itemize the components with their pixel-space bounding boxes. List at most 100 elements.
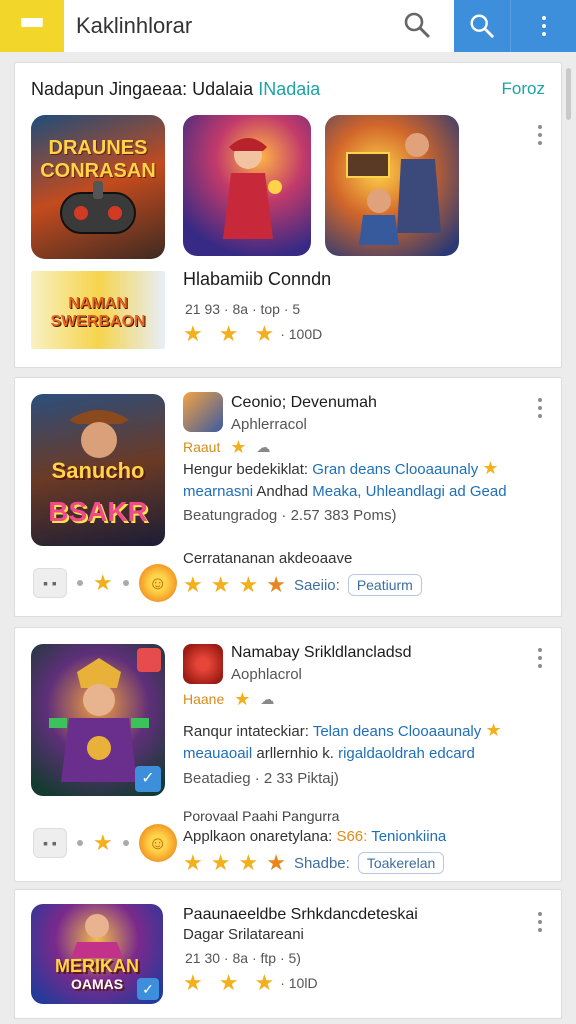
star-icon: ★ (266, 850, 286, 875)
game-thumbnail[interactable]: Sanucho BSAKR (31, 394, 165, 546)
coin-icon[interactable]: ☺ (138, 564, 177, 602)
app-meta: 21 30 · 8a · ftp · 5) (185, 950, 301, 966)
app-title[interactable]: Hlabamiib Conndn (183, 269, 331, 290)
tag-pill[interactable]: Peatiurm (347, 574, 422, 596)
filter-link[interactable]: Saeiio: (294, 577, 340, 594)
rating-count: · 10lD (280, 975, 318, 991)
section-heading-text: Nadapun Jingaeaa: Udalaia (31, 79, 254, 99)
tag-pill[interactable]: Toakerelan (357, 852, 445, 874)
thumbnail-title: MERIKAN (55, 956, 139, 976)
star-icon: ★ (183, 970, 203, 995)
star-icon: ★ (238, 572, 259, 597)
star-icon[interactable]: ★ (93, 572, 113, 594)
app-name[interactable]: Namabay Srikldlancladsd (231, 644, 412, 662)
star-icon: ★ (254, 321, 275, 346)
featured-card: Nadapun Jingaeaa: Udalaia INadaia Foroz … (14, 62, 562, 368)
game-thumbnail-1[interactable]: DRAUNES CONRASAN (31, 115, 165, 259)
dot-icon (77, 580, 83, 586)
description-link[interactable]: rigaldaoldrah edcard (338, 745, 475, 762)
rating-row: ★ ★ ★ · 100D (183, 323, 322, 345)
more-vertical-icon[interactable] (537, 648, 543, 668)
star-icon: ★ (183, 850, 203, 875)
game-thumbnail-3[interactable] (325, 115, 459, 256)
description-text: Ranqur intateckiar: (183, 723, 309, 740)
hamburger-icon (21, 18, 43, 34)
star-icon: ★ (238, 850, 259, 875)
rating-row: ★ ★ ★ · 10lD (183, 972, 318, 994)
badge-row: Haane ★ ☁ (183, 690, 274, 708)
description-text: Hengur bedekiklat: (183, 461, 309, 478)
rating-row: ★ ★ ★ ★ Saeiio: Peatiurm (183, 574, 422, 596)
promo-line: Applkaon onaretylana: S66: Tenionkiina (183, 828, 446, 845)
promo-title: Cerratananan akdeoaave (183, 550, 353, 567)
emoji-icon[interactable]: ▪ ▪ (33, 568, 67, 598)
mini-icon-row: ▪ ▪ ★ ☺ (33, 564, 177, 602)
description-link[interactable]: Telan deans Clooaaunaly (313, 723, 481, 740)
game-thumbnail-2[interactable] (183, 115, 311, 256)
promo-title: Porovaal Paahi Pangurra (183, 808, 340, 824)
star-icon: ★ (230, 437, 247, 457)
badge-label: Raaut (183, 439, 221, 455)
coin-icon[interactable]: ☺ (138, 824, 177, 862)
gamepad-icon (60, 181, 136, 234)
game-banner[interactable]: NAMAN SWERBAON (31, 271, 165, 349)
description-link[interactable]: Meaka, Uhleandlagi ad Gead (312, 483, 506, 500)
rating-count: · 100D (280, 326, 323, 342)
banner-title: NAMAN SWERBAON (50, 295, 146, 330)
app-icon[interactable] (183, 392, 223, 432)
search-input[interactable]: Kaklinhlorar (64, 0, 454, 52)
scrollbar-thumb[interactable] (566, 68, 571, 120)
menu-button[interactable] (0, 0, 64, 52)
stats-line: Beatungradog · 2.57 383 Poms) (183, 507, 397, 524)
soldiers-icon (346, 133, 441, 245)
description-line: Hengur bedekiklat: Gran deans Clooaaunal… (183, 459, 499, 478)
promo-text: Applkaon onaretylana: (183, 828, 333, 845)
star-icon[interactable]: ★ (93, 832, 113, 854)
share-icon: ☁ (256, 438, 271, 455)
promo-price: S66: (336, 828, 368, 845)
more-vertical-icon[interactable] (537, 125, 543, 145)
dot-icon (122, 580, 129, 586)
mini-icon-row: ▪ ▪ ★ ☺ (33, 824, 177, 862)
star-icon: ★ (485, 720, 502, 740)
character-icon (71, 914, 123, 958)
rating-row: ★ ★ ★ ★ Shadbe: Toakerelan (183, 850, 445, 875)
badge-label: Haane (183, 691, 225, 707)
search-icon (470, 14, 494, 38)
description-link[interactable]: meauaoail (183, 745, 252, 762)
more-vertical-icon[interactable] (537, 912, 543, 932)
checkmark-icon: ✓ (135, 766, 161, 792)
app-name[interactable]: Paaunaeeldbe Srhkdancdeteskai (183, 906, 418, 924)
app-name[interactable]: Ceonio; Devenumah (231, 394, 377, 412)
star-icon: ★ (266, 572, 286, 597)
emoji-icon[interactable]: ▪ ▪ (33, 828, 67, 858)
character-icon (223, 138, 282, 239)
app-card: ✓ Namabay Srikldlancladsd Aophlacrol Haa… (14, 627, 562, 882)
search-icon[interactable] (402, 10, 432, 46)
game-thumbnail[interactable]: ✓ (31, 644, 165, 796)
app-card: Sanucho BSAKR Ceonio; Devenumah Aphlerra… (14, 377, 562, 617)
description-link[interactable]: mearnasni (183, 483, 253, 500)
game-thumbnail[interactable]: MERIKAN OAMAS ✓ (31, 904, 163, 1004)
description-text: Andhad (256, 483, 309, 500)
more-link[interactable]: Foroz (502, 79, 545, 99)
dot-icon (122, 840, 129, 846)
top-bar: Kaklinhlorar (0, 0, 576, 52)
description-line: meauaoail arllernhio k. rigaldaoldrah ed… (183, 745, 475, 762)
app-icon[interactable] (183, 644, 223, 684)
search-button[interactable] (454, 0, 510, 52)
description-link[interactable]: Gran deans Clooaaunaly (312, 461, 478, 478)
thumbnail-title: Sanucho (51, 458, 145, 483)
app-developer: Aphlerracol (231, 416, 307, 433)
promo-link[interactable]: Tenionkiina (371, 828, 446, 845)
stats-line: Beatadieg · 2 33 Piktaj) (183, 770, 339, 787)
filter-link[interactable]: Shadbe: (294, 855, 350, 872)
more-vertical-icon[interactable] (537, 398, 543, 418)
section-heading-accent: INadaia (258, 79, 321, 99)
search-query-text: Kaklinhlorar (76, 13, 193, 38)
description-line: mearnasni Andhad Meaka, Uhleandlagi ad G… (183, 483, 507, 500)
star-icon: ★ (234, 689, 251, 709)
checkmark-icon: ✓ (137, 978, 159, 1000)
overflow-menu-button[interactable] (510, 0, 576, 52)
star-icon: ★ (210, 850, 231, 875)
